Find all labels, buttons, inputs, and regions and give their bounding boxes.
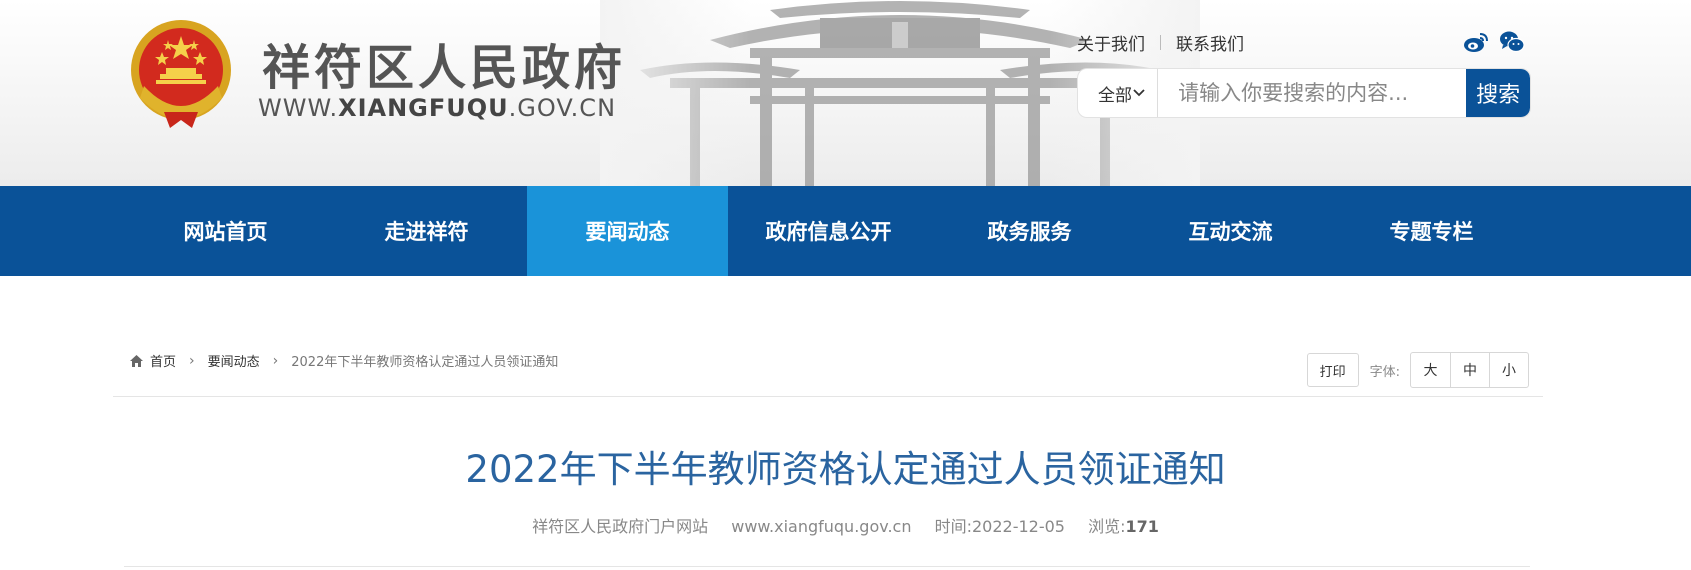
nav-item-home[interactable]: 网站首页	[125, 186, 326, 276]
font-size-medium-button[interactable]: 中	[1450, 353, 1489, 387]
search-bar: 全部 搜索	[1078, 69, 1530, 117]
print-button[interactable]: 打印	[1306, 353, 1359, 387]
chevron-down-icon	[1133, 89, 1145, 97]
font-size-small-button[interactable]: 小	[1489, 353, 1528, 387]
about-us-link[interactable]: 关于我们	[1077, 30, 1145, 55]
main-nav: 网站首页 走进祥符 要闻动态 政府信息公开 政务服务 互动交流 专题专栏	[0, 186, 1691, 276]
article-time-value: 2022-12-05	[971, 517, 1065, 536]
article-meta: 祥符区人民政府门户网站 www.xiangfuqu.gov.cn 时间:2022…	[0, 513, 1691, 537]
top-links: 关于我们 联系我们	[1077, 30, 1244, 55]
article-views: 浏览:171	[1088, 517, 1159, 536]
nav-item-gov-info[interactable]: 政府信息公开	[728, 186, 929, 276]
search-button[interactable]: 搜索	[1466, 69, 1530, 117]
site-name: 祥符区人民政府	[262, 40, 627, 96]
nav-item-services[interactable]: 政务服务	[929, 186, 1130, 276]
site-url-suffix: .GOV.CN	[508, 94, 617, 122]
breadcrumb-section-link[interactable]: 要闻动态	[208, 351, 260, 370]
font-size-large-button[interactable]: 大	[1411, 353, 1450, 387]
site-header: 祥符区人民政府 WWW.XIANGFUQU.GOV.CN 关于我们 联系我们 全…	[0, 0, 1691, 186]
chevron-right-icon: ›	[272, 352, 279, 369]
article-tools: 打印 字体: 大 中 小	[1306, 352, 1529, 388]
font-size-label: 字体:	[1369, 364, 1400, 380]
article-views-count: 171	[1125, 517, 1159, 536]
national-emblem-logo	[131, 20, 231, 128]
search-scope-select[interactable]: 全部	[1078, 69, 1159, 117]
article-source: 祥符区人民政府门户网站	[532, 517, 709, 536]
weibo-icon[interactable]	[1463, 30, 1489, 54]
divider	[124, 566, 1530, 567]
search-input[interactable]	[1158, 69, 1467, 117]
breadcrumb-current: 2022年下半年教师资格认定通过人员领证通知	[291, 355, 559, 370]
breadcrumb-home-link[interactable]: 首页	[150, 351, 176, 370]
article-source-url: www.xiangfuqu.gov.cn	[731, 517, 912, 536]
site-url: WWW.XIANGFUQU.GOV.CN	[258, 94, 616, 122]
divider	[1160, 35, 1161, 50]
search-scope-value: 全部	[1098, 85, 1132, 106]
breadcrumb: 首页 › 要闻动态 › 2022年下半年教师资格认定通过人员领证通知	[129, 351, 558, 370]
chevron-right-icon: ›	[189, 352, 195, 369]
article-time: 时间:2022-12-05	[935, 517, 1065, 536]
contact-us-link[interactable]: 联系我们	[1176, 30, 1244, 55]
site-url-brand: XIANGFUQU	[338, 94, 509, 122]
nav-item-news[interactable]: 要闻动态	[527, 186, 728, 276]
site-url-prefix: WWW.	[258, 94, 339, 122]
nav-item-interaction[interactable]: 互动交流	[1130, 186, 1331, 276]
breadcrumb-bar: 首页 › 要闻动态 › 2022年下半年教师资格认定通过人员领证通知 打印 字体…	[113, 345, 1543, 397]
wechat-icon[interactable]	[1499, 30, 1525, 54]
home-icon	[130, 354, 143, 367]
font-size-group: 大 中 小	[1410, 352, 1529, 388]
article-views-label: 浏览:	[1088, 517, 1126, 536]
nav-item-about-xiangfu[interactable]: 走进祥符	[326, 186, 527, 276]
nav-item-topics[interactable]: 专题专栏	[1331, 186, 1532, 276]
article-title: 2022年下半年教师资格认定通过人员领证通知	[465, 448, 1226, 491]
social-links	[1463, 30, 1525, 54]
article-time-label: 时间:	[934, 517, 972, 536]
